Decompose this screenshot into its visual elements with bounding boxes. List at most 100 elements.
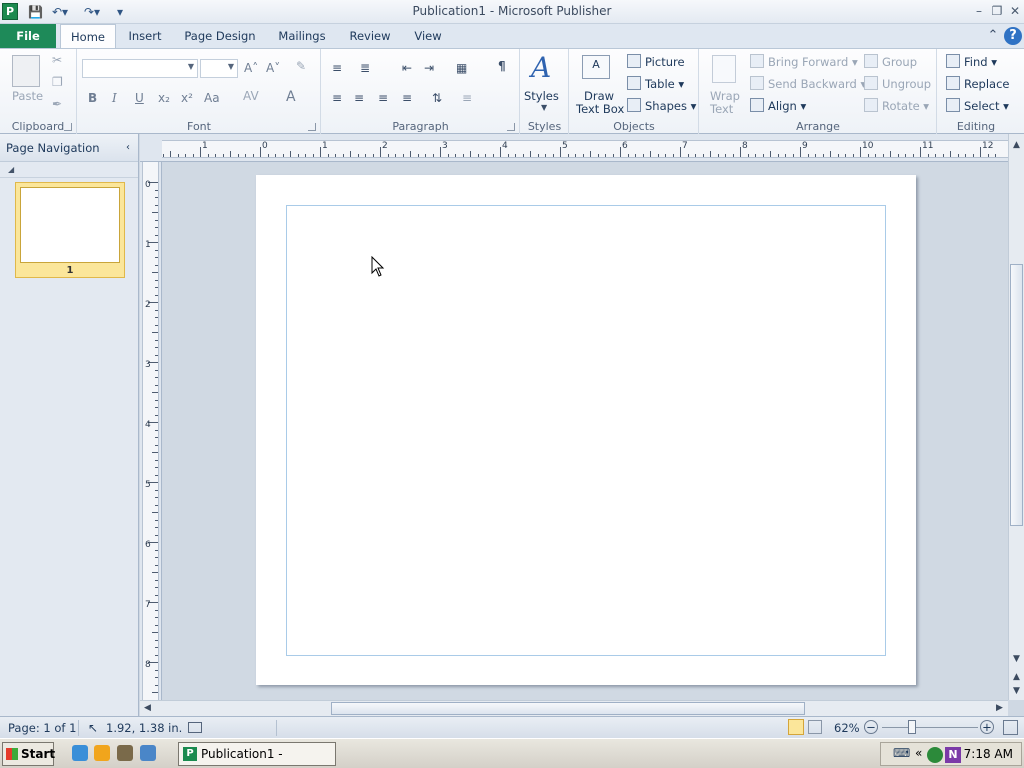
font-color-icon[interactable]: A (286, 89, 296, 105)
tray-network-icon[interactable] (927, 747, 943, 763)
styles-icon[interactable]: A (531, 51, 551, 84)
fit-page-icon[interactable] (1003, 720, 1018, 735)
numbering-icon[interactable]: ≣ (360, 61, 370, 75)
paragraph-launcher-icon[interactable] (507, 123, 515, 131)
shrink-font-icon[interactable]: A˅ (266, 61, 280, 75)
font-launcher-icon[interactable] (308, 123, 316, 131)
replace-button[interactable]: Replace (946, 76, 1010, 91)
increase-indent-icon[interactable]: ⇥ (424, 61, 434, 75)
two-page-view-icon[interactable] (808, 720, 822, 734)
page-group-toggle[interactable]: ◢ (0, 162, 138, 178)
ribbon-collapse-icon[interactable]: ⌃ (984, 27, 1002, 45)
copy-icon[interactable]: ❐ (52, 75, 63, 89)
paste-button[interactable]: Paste (12, 89, 43, 103)
wrap-text-label-1[interactable]: Wrap (710, 89, 740, 103)
page-indicator[interactable]: Page: 1 of 1 (8, 721, 76, 735)
collapse-pane-icon[interactable]: ‹ (126, 134, 130, 162)
tray-onenote-icon[interactable]: N (945, 747, 961, 763)
publication-page[interactable] (256, 175, 916, 685)
font-name-dropdown-icon[interactable]: ▼ (188, 62, 194, 71)
draw-text-box-label-2[interactable]: Text Box (576, 102, 624, 116)
horizontal-scrollbar[interactable]: ◀ ▶ (140, 700, 1008, 716)
rotate-button[interactable]: Rotate ▾ (864, 98, 929, 113)
vertical-scroll-thumb[interactable] (1010, 264, 1023, 526)
font-size-box[interactable]: ▼ (200, 59, 238, 78)
wrap-text-label-2[interactable]: Text (710, 102, 733, 116)
scroll-right-icon[interactable]: ▶ (996, 703, 1003, 713)
grow-font-icon[interactable]: A˄ (244, 61, 258, 75)
format-painter-icon[interactable]: ✒ (52, 97, 62, 111)
tray-keyboard-icon[interactable]: ⌨ (893, 746, 910, 760)
draw-text-box-icon[interactable]: A (582, 55, 610, 79)
paragraph-spacing-icon[interactable]: ≡ (462, 91, 472, 105)
clipboard-launcher-icon[interactable] (64, 123, 72, 131)
horizontal-ruler[interactable]: 1 0 1 2 3 4 5 6 7 8 9 10 11 12 (140, 134, 1008, 162)
superscript-icon[interactable]: x² (181, 91, 193, 105)
group-button[interactable]: Group (864, 54, 917, 69)
single-page-view-icon[interactable] (788, 719, 804, 735)
styles-button[interactable]: Styles (524, 89, 559, 103)
workspace[interactable] (163, 163, 1008, 700)
zoom-slider[interactable] (882, 727, 978, 728)
font-size-dropdown-icon[interactable]: ▼ (228, 62, 234, 71)
close-button[interactable]: ✕ (1006, 2, 1024, 20)
line-spacing-icon[interactable]: ⇅ (432, 91, 442, 105)
italic-icon[interactable]: I (112, 91, 117, 105)
scroll-up-icon[interactable]: ▲ (1013, 140, 1020, 150)
styles-dropdown-icon[interactable]: ▼ (541, 103, 547, 112)
tab-view[interactable]: View (408, 24, 448, 48)
bold-icon[interactable]: B (88, 91, 97, 105)
tab-mailings[interactable]: Mailings (272, 24, 332, 48)
tray-expand-icon[interactable]: « (915, 746, 922, 760)
tab-home[interactable]: Home (60, 24, 116, 48)
align-left-icon[interactable]: ≡ (332, 91, 342, 105)
outlook-icon[interactable] (94, 745, 110, 761)
page-thumbnail-1[interactable]: 1 (15, 182, 125, 278)
character-spacing-icon[interactable]: AV (243, 89, 259, 103)
font-name-box[interactable]: ▼ (82, 59, 198, 78)
find-button[interactable]: Find ▾ (946, 54, 997, 69)
vertical-ruler[interactable]: 0 1 2 3 4 5 6 7 8 (140, 162, 162, 700)
change-case-icon[interactable]: Aa (204, 91, 220, 105)
wrap-text-icon[interactable] (712, 55, 736, 83)
subscript-icon[interactable]: x₂ (158, 91, 170, 105)
zoom-level[interactable]: 62% (834, 721, 860, 735)
ungroup-button[interactable]: Ungroup (864, 76, 931, 91)
send-backward-button[interactable]: Send Backward ▾ (750, 76, 866, 91)
zoom-in-icon[interactable]: + (980, 720, 994, 734)
decrease-indent-icon[interactable]: ⇤ (402, 61, 412, 75)
start-button[interactable]: Start (2, 742, 55, 766)
internet-explorer-icon[interactable] (72, 745, 88, 761)
picture-button[interactable]: Picture (627, 54, 685, 69)
bullets-icon[interactable]: ≡ (332, 61, 342, 75)
justify-icon[interactable]: ≡ (402, 91, 412, 105)
tab-review[interactable]: Review (342, 24, 398, 48)
show-desktop-icon[interactable] (140, 745, 156, 761)
scroll-left-icon[interactable]: ◀ (144, 703, 151, 713)
select-button[interactable]: Select ▾ (946, 98, 1009, 113)
horizontal-scroll-thumb[interactable] (331, 702, 805, 715)
align-button[interactable]: Align ▾ (750, 98, 806, 113)
show-formatting-marks-icon[interactable]: ¶ (498, 59, 506, 73)
scroll-down-icon[interactable]: ▼ (1013, 654, 1020, 664)
draw-text-box-label-1[interactable]: Draw (584, 89, 614, 103)
desktop-shortcut-icon[interactable] (117, 745, 133, 761)
table-button[interactable]: Table ▾ (627, 76, 684, 91)
previous-page-icon[interactable]: ▲ (1013, 672, 1020, 682)
minimize-button[interactable]: – (970, 2, 988, 20)
shapes-button[interactable]: Shapes ▾ (627, 98, 696, 113)
tab-page-design[interactable]: Page Design (180, 24, 260, 48)
bring-forward-button[interactable]: Bring Forward ▾ (750, 54, 858, 69)
columns-icon[interactable]: ▦ (456, 61, 467, 75)
object-position[interactable]: 1.92, 1.38 in. (106, 721, 182, 735)
zoom-slider-thumb[interactable] (907, 720, 916, 734)
underline-icon[interactable]: U (135, 91, 144, 105)
vertical-scrollbar[interactable]: ▲ ▼ ▲ ▼ (1008, 134, 1024, 700)
align-right-icon[interactable]: ≡ (378, 91, 388, 105)
align-center-icon[interactable]: ≡ (354, 91, 364, 105)
help-icon[interactable]: ? (1004, 27, 1022, 45)
paste-icon[interactable] (12, 55, 40, 87)
tab-file[interactable]: File (0, 24, 56, 48)
zoom-out-icon[interactable]: − (864, 720, 878, 734)
next-page-icon[interactable]: ▼ (1013, 686, 1020, 696)
